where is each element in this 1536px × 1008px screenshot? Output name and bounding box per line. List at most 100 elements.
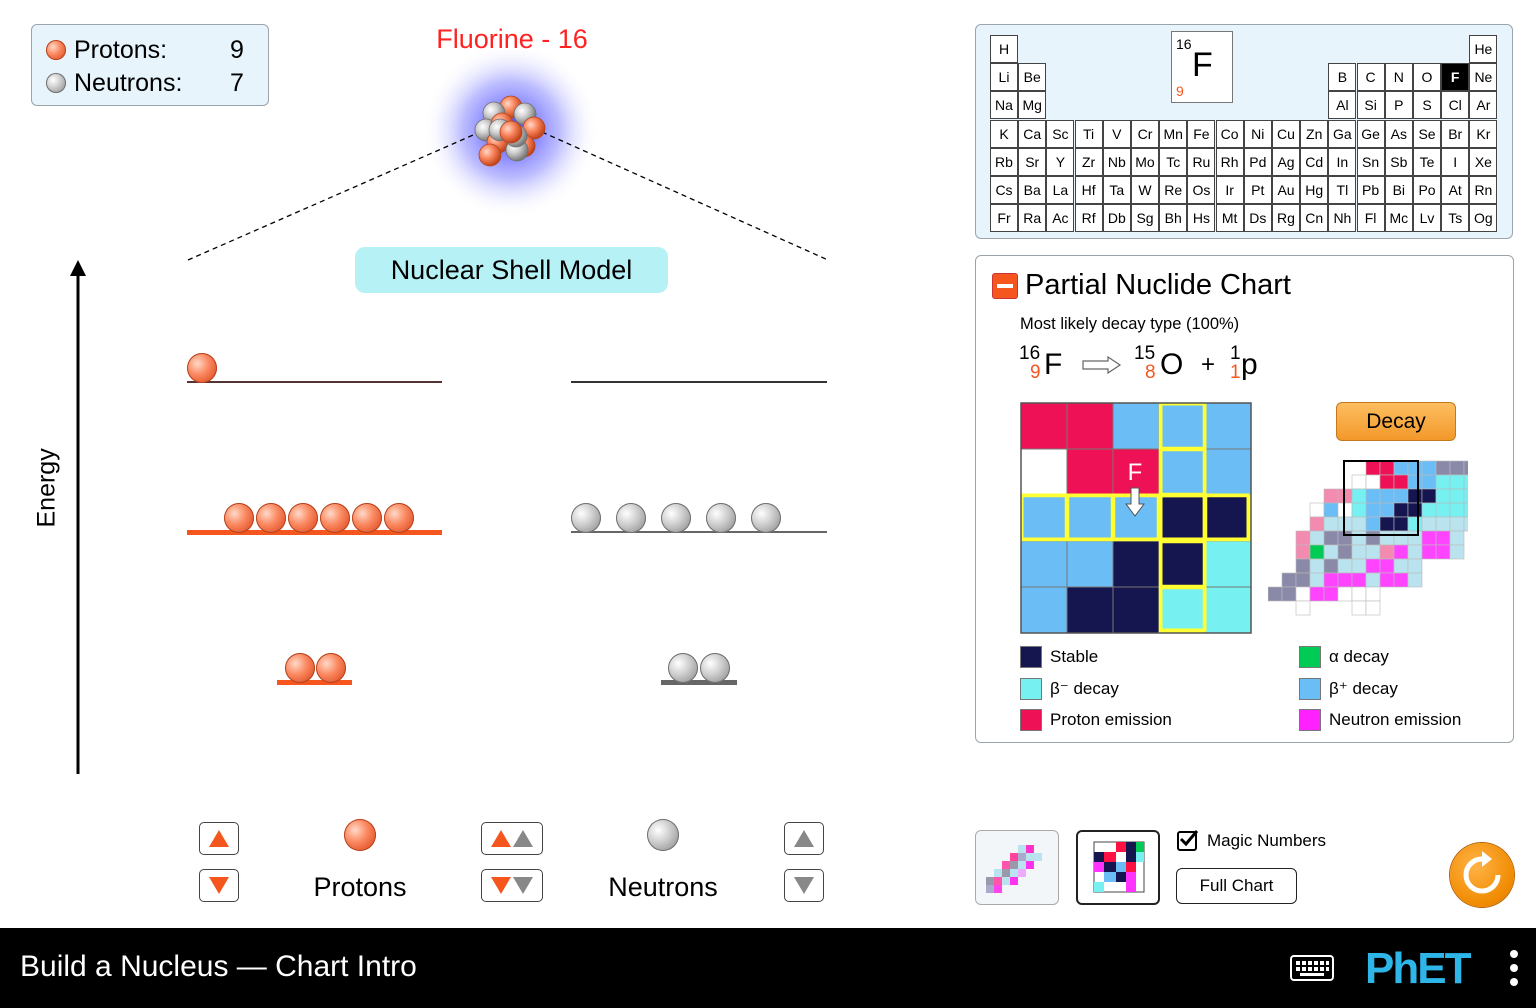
mini-nuclide-cell [1421, 474, 1437, 490]
phet-logo[interactable]: PhET [1365, 944, 1471, 994]
element-cell-ra: Ra [1018, 204, 1047, 233]
proton-level-1 [277, 680, 352, 685]
proton[interactable] [320, 503, 350, 533]
element-cell-c: C [1356, 63, 1385, 92]
mini-nuclide-cell [1295, 530, 1311, 546]
element-cell-y: Y [1046, 147, 1075, 176]
mini-nuclide-cell [1421, 460, 1437, 476]
mini-nuclide-cell [1365, 572, 1381, 588]
element-cell-la: La [1046, 176, 1075, 204]
element-cell-at: At [1441, 176, 1470, 204]
navigation-bar: Build a Nucleus — Chart Intro PhET [0, 928, 1536, 1008]
proton[interactable] [224, 503, 254, 533]
mini-nuclide-cell [1449, 460, 1465, 476]
element-cell-o: O [1413, 63, 1441, 92]
keyboard-icon[interactable] [1290, 952, 1336, 982]
mini-nuclide-cell [1435, 460, 1451, 476]
arrow-up-icon [794, 830, 814, 847]
proton[interactable] [288, 503, 318, 533]
neutron-icon [46, 73, 66, 93]
energy-axis-label: Energy [32, 448, 61, 528]
neutron[interactable] [706, 503, 736, 533]
neutron[interactable] [751, 503, 781, 533]
nuclide-cell [1204, 494, 1252, 542]
zoom-chart-view-button[interactable] [1076, 830, 1160, 905]
neutron-level-2 [571, 531, 827, 533]
mini-nuclide-cell [1435, 502, 1451, 518]
proton[interactable] [285, 653, 315, 683]
mini-nuclide-cell [1351, 474, 1367, 490]
mini-nuclide-cell [1407, 488, 1423, 504]
nuclide-cell [1158, 402, 1206, 450]
mini-nuclide-cell [1337, 544, 1353, 560]
proton[interactable] [384, 503, 414, 533]
element-cell-pb: Pb [1356, 176, 1385, 204]
element-cell-te: Te [1413, 147, 1441, 176]
proton[interactable] [316, 653, 346, 683]
neutron[interactable] [571, 503, 601, 533]
mini-nuclide-cell [1393, 474, 1409, 490]
element-cell-cn: Cn [1300, 204, 1329, 233]
neutron-source[interactable] [647, 819, 679, 851]
nuclide-cell [1066, 402, 1114, 450]
mini-nuclide-cell [1323, 530, 1339, 546]
full-chart-button[interactable]: Full Chart [1176, 868, 1297, 904]
element-cell-bh: Bh [1159, 204, 1188, 233]
element-cell-tc: Tc [1159, 147, 1188, 176]
nuclide-cell [1020, 402, 1068, 450]
menu-icon[interactable] [1508, 948, 1520, 988]
element-cell-be: Be [1018, 63, 1047, 92]
collapse-button[interactable] [992, 273, 1018, 299]
element-cell-ti: Ti [1074, 119, 1103, 148]
legend-swatch [1299, 709, 1321, 731]
element-cell-ca: Ca [1018, 119, 1047, 148]
neutron[interactable] [700, 653, 730, 683]
reset-all-button[interactable] [1450, 843, 1514, 907]
mini-nuclide-cell [1379, 572, 1395, 588]
magic-numbers-checkbox[interactable]: Magic Numbers [1177, 830, 1326, 851]
protons-count-row: Protons: 9 [46, 35, 244, 65]
product-z: 1 [1230, 362, 1241, 383]
remove-proton-neutron-button[interactable] [481, 869, 543, 902]
mini-nuclide-cell [1337, 572, 1353, 588]
proton[interactable] [256, 503, 286, 533]
mini-nuclide-cell [1393, 460, 1409, 476]
legend-label: Proton emission [1050, 710, 1172, 729]
proton-source[interactable] [344, 819, 376, 851]
add-proton-neutron-button[interactable] [481, 822, 543, 855]
element-cell-kr: Kr [1469, 119, 1498, 148]
proton[interactable] [187, 353, 217, 383]
element-cell-au: Au [1272, 176, 1300, 204]
remove-proton-button[interactable] [199, 869, 239, 902]
neutron[interactable] [616, 503, 646, 533]
mini-nuclide-cell [1463, 474, 1468, 490]
periodic-table: H He Li Be B C N O F Ne Na Mg Al Si P S Cl Ar K Ca Sc Ti V Cr Mn… [975, 24, 1513, 239]
neutron[interactable] [661, 503, 691, 533]
proton[interactable] [352, 503, 382, 533]
element-cell-ac: Ac [1046, 204, 1075, 233]
mini-nuclide-cell [1435, 516, 1451, 532]
minus-icon [997, 284, 1013, 288]
element-cell-sb: Sb [1384, 147, 1413, 176]
legend-label: β⁻ decay [1050, 679, 1119, 698]
mini-nuclide-cell [1449, 474, 1465, 490]
nuclide-cell [1112, 540, 1160, 588]
mini-nuclide-cell [1365, 600, 1381, 616]
element-cell-bi: Bi [1384, 176, 1413, 204]
arrow-up-icon [491, 830, 511, 847]
element-cell-i: I [1441, 147, 1470, 176]
neutron[interactable] [668, 653, 698, 683]
element-cell-nb: Nb [1102, 147, 1131, 176]
full-chart-view-button[interactable] [975, 830, 1059, 905]
add-proton-button[interactable] [199, 822, 239, 855]
element-cell-re: Re [1159, 176, 1188, 204]
element-cell-sg: Sg [1131, 204, 1159, 233]
remove-neutron-button[interactable] [784, 869, 824, 902]
mini-nuclide-cell [1435, 530, 1451, 546]
mini-nuclide-cell [1449, 488, 1465, 504]
add-neutron-button[interactable] [784, 822, 824, 855]
mini-nuclide-cell [1295, 558, 1311, 574]
nuclide-cell [1204, 448, 1252, 496]
decay-button[interactable]: Decay [1336, 402, 1456, 441]
mini-nuclide-cell [1309, 572, 1325, 588]
